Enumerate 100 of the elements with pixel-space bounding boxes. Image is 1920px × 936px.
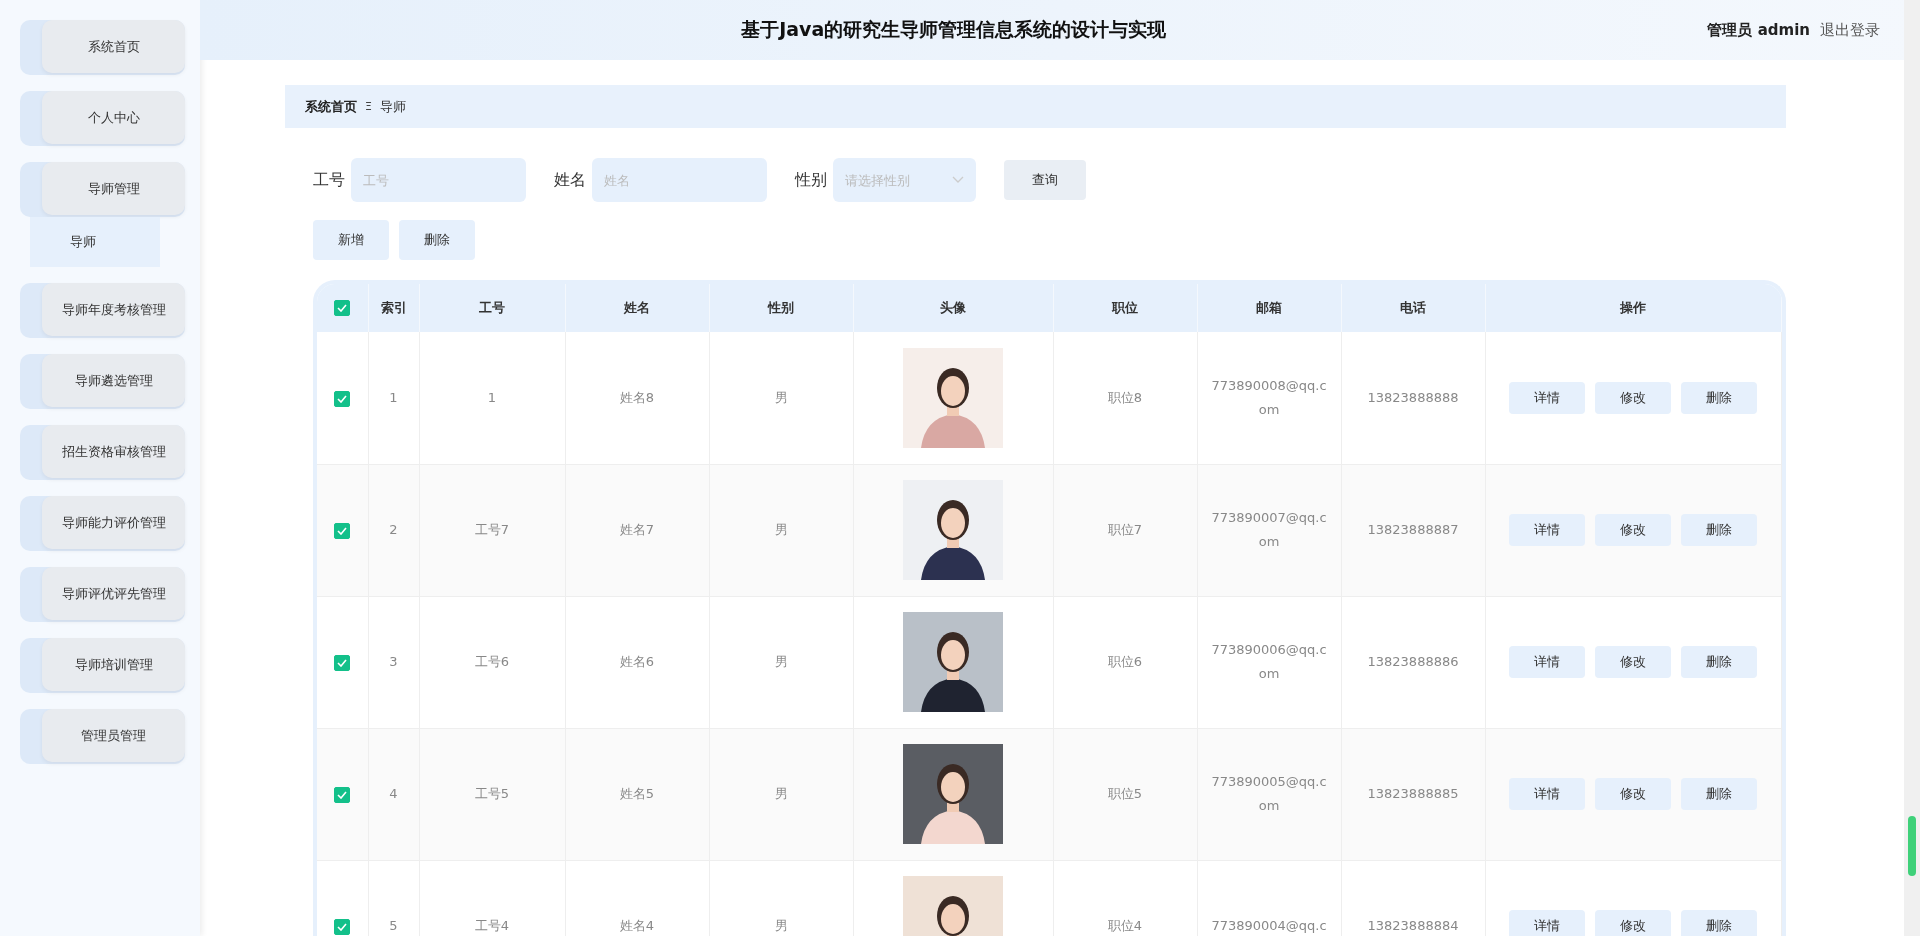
query-button[interactable]: 查询 [1004,160,1086,200]
row-checkbox[interactable] [334,919,351,935]
field-label: 姓名 [554,169,586,191]
table-cell: 773890005@qq.com [1211,774,1327,813]
table-cell: 姓名5 [619,786,655,801]
menu-item-label: 导师遴选管理 [42,354,185,407]
scrollbar-thumb[interactable] [1908,816,1916,876]
row-checkbox[interactable] [334,523,351,539]
row-action-button[interactable]: 删除 [1681,514,1758,546]
table-cell: 职位5 [1107,786,1143,801]
row-action-button[interactable]: 删除 [1681,381,1758,414]
menu-item[interactable]: 导师遴选管理 [20,354,185,409]
menu-item[interactable]: 招生资格审核管理 [20,425,185,480]
user-label: 管理员 admin [1707,20,1810,40]
table-cell: 姓名6 [619,654,655,669]
row-checkbox[interactable] [334,655,351,671]
table-cell: 姓名4 [619,918,655,933]
column-header: 头像 [853,284,1053,332]
menu-item-label: 管理员管理 [42,709,185,762]
table-cell: 工号5 [474,786,510,801]
row-action-button[interactable]: 详情 [1509,778,1586,810]
row-action-button[interactable]: 删除 [1681,646,1758,678]
column-header: 工号 [419,284,565,332]
search-field[interactable]: 姓名 [592,158,767,202]
row-action-button[interactable]: 详情 [1509,514,1586,546]
checkmark-icon [337,791,348,799]
logout-link[interactable]: 退出登录 [1820,20,1880,40]
menu-item-label: 导师评优评先管理 [42,567,185,620]
toolbar-button[interactable]: 新增 [313,220,389,260]
field-label: 工号 [313,169,345,191]
menu-item-label: 系统首页 [42,20,185,73]
menu-item-label: 个人中心 [42,91,185,144]
row-action-button[interactable]: 修改 [1595,778,1672,810]
menu-item[interactable]: 导师培训管理 [20,638,185,693]
table-cell: 13823888887 [1367,522,1459,537]
menu-item[interactable]: 导师年度考核管理 [20,283,185,338]
table-cell: 姓名7 [619,522,655,537]
menu-item-label: 招生资格审核管理 [42,425,185,478]
table-cell: 工号6 [474,654,510,669]
table-cell: 5 [389,918,398,933]
row-action-button[interactable]: 详情 [1509,381,1586,414]
table-cell: 773890006@qq.com [1211,642,1327,681]
breadcrumb-link[interactable]: 系统首页 [305,97,357,116]
menu-item[interactable]: 个人中心 [20,91,185,146]
row-checkbox[interactable] [334,787,351,803]
menu-item-label: 导师年度考核管理 [42,283,185,336]
menu-item[interactable]: 导师管理 [20,162,185,217]
row-action-button[interactable]: 修改 [1595,381,1672,414]
table-cell: 773890007@qq.com [1211,510,1327,549]
chevron-down-icon [952,176,964,184]
breadcrumb-current: 导师 [379,97,406,116]
table-cell: 4 [389,786,398,801]
column-header: 性别 [709,284,853,332]
menu-item[interactable]: 导师评优评先管理 [20,567,185,622]
table-cell: 职位7 [1107,522,1143,537]
submenu-item[interactable]: 导师 [30,217,160,267]
field-label: 性别 [795,169,827,191]
table-cell: 职位6 [1107,654,1143,669]
column-header: 索引 [368,284,419,332]
menu-item-label: 导师培训管理 [42,638,185,691]
select-all-checkbox[interactable] [334,300,351,317]
scrollbar[interactable] [1904,0,1920,936]
table-cell: 3 [389,654,398,669]
row-action-button[interactable]: 修改 [1595,646,1672,678]
toolbar-button[interactable]: 删除 [399,220,475,260]
table-cell: 13823888888 [1367,389,1459,405]
table-cell: 773890004@qq.c [1211,918,1327,933]
column-header: 职位 [1053,284,1197,332]
column-header: 姓名 [565,284,709,332]
row-action-button[interactable]: 修改 [1595,514,1672,546]
row-action-button[interactable]: 删除 [1681,778,1758,810]
table-cell: 男 [774,918,788,933]
column-header: 操作 [1485,284,1782,332]
column-header: 电话 [1341,284,1485,332]
table-cell: 男 [774,786,788,801]
row-checkbox[interactable] [334,390,351,407]
row-action-button[interactable]: 详情 [1509,910,1586,936]
table-cell: 13823888886 [1367,654,1459,669]
table-cell: 773890008@qq.com [1211,377,1327,417]
table-cell: 13823888884 [1367,918,1459,933]
system-title: 基于Java的研究生导师管理信息系统的设计与实现 [740,17,1168,42]
menu-item[interactable]: 管理员管理 [20,709,185,764]
gender-select[interactable]: 请选择性别 [833,158,976,202]
row-action-button[interactable]: 详情 [1509,646,1586,678]
table-cell: 男 [774,522,788,537]
search-field[interactable]: 工号 [351,158,526,202]
table-cell: 职位4 [1107,918,1143,933]
row-action-button[interactable]: 删除 [1681,910,1758,936]
menu-item[interactable]: 导师能力评价管理 [20,496,185,551]
checkmark-icon [337,659,348,667]
table-cell: 工号4 [474,918,510,933]
row-action-button[interactable]: 修改 [1595,910,1672,936]
menu-item[interactable]: 系统首页 [20,20,185,75]
checkmark-icon [337,394,348,403]
menu-item-label: 导师管理 [42,162,185,215]
checkmark-icon [337,923,348,931]
table-cell: 男 [774,654,788,669]
menu-item-label: 导师能力评价管理 [42,496,185,549]
table-cell: 1 [389,389,398,405]
table-cell: 工号7 [474,522,510,537]
